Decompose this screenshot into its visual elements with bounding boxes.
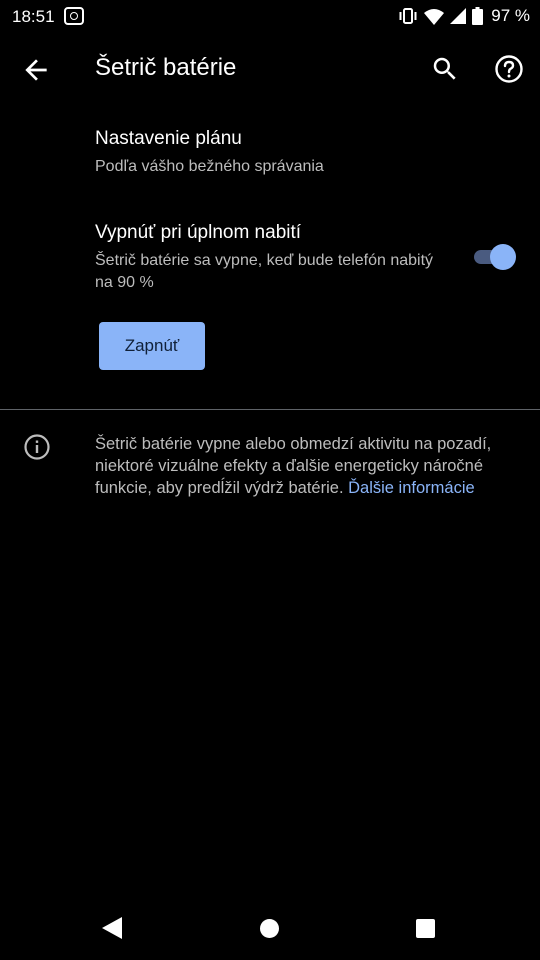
info-description: Šetrič batérie vypne alebo obmedzí aktiv… [95,433,515,499]
learn-more-link[interactable]: Ďalšie informácie [348,479,475,497]
nav-recents-icon[interactable] [416,919,435,938]
status-bar: 18:51 97 % [0,0,540,34]
search-icon [433,57,456,80]
navigation-bar [0,900,540,960]
wifi-icon [424,8,445,25]
battery-percentage: 97 % [491,6,530,25]
turn-off-summary: Šetrič batérie sa vypne, keď bude telefó… [95,252,434,291]
turn-on-button[interactable]: Zapnúť [99,322,205,370]
nav-home-icon[interactable] [260,919,279,938]
notification-app-icon [64,7,84,25]
divider [0,409,540,410]
turn-off-toggle-switch[interactable] [472,243,516,271]
schedule-title: Nastavenie plánu [95,128,242,149]
status-icons: 97 % [398,5,530,27]
schedule-summary: Podľa vášho bežného správania [95,158,324,175]
help-circle-icon [495,55,523,83]
search-button[interactable] [430,54,460,84]
arrow-back-icon [25,59,47,81]
battery-icon [472,7,484,25]
turn-off-title: Vypnúť pri úplnom nabití [95,222,302,243]
status-time: 18:51 [12,7,55,26]
back-button[interactable] [20,54,52,86]
app-bar: Šetrič batérie [0,34,540,102]
schedule-setting[interactable]: Nastavenie plánu Podľa vášho bežného spr… [95,128,515,178]
page-title: Šetrič batérie [95,54,237,81]
info-icon [24,434,50,460]
vibrate-icon [399,8,417,24]
turn-off-when-charged-setting[interactable]: Vypnúť pri úplnom nabití Šetrič batérie … [95,222,455,294]
nav-back-icon[interactable] [102,917,122,939]
help-button[interactable] [494,54,524,84]
signal-icon [450,8,467,24]
toggle-thumb [490,244,516,270]
